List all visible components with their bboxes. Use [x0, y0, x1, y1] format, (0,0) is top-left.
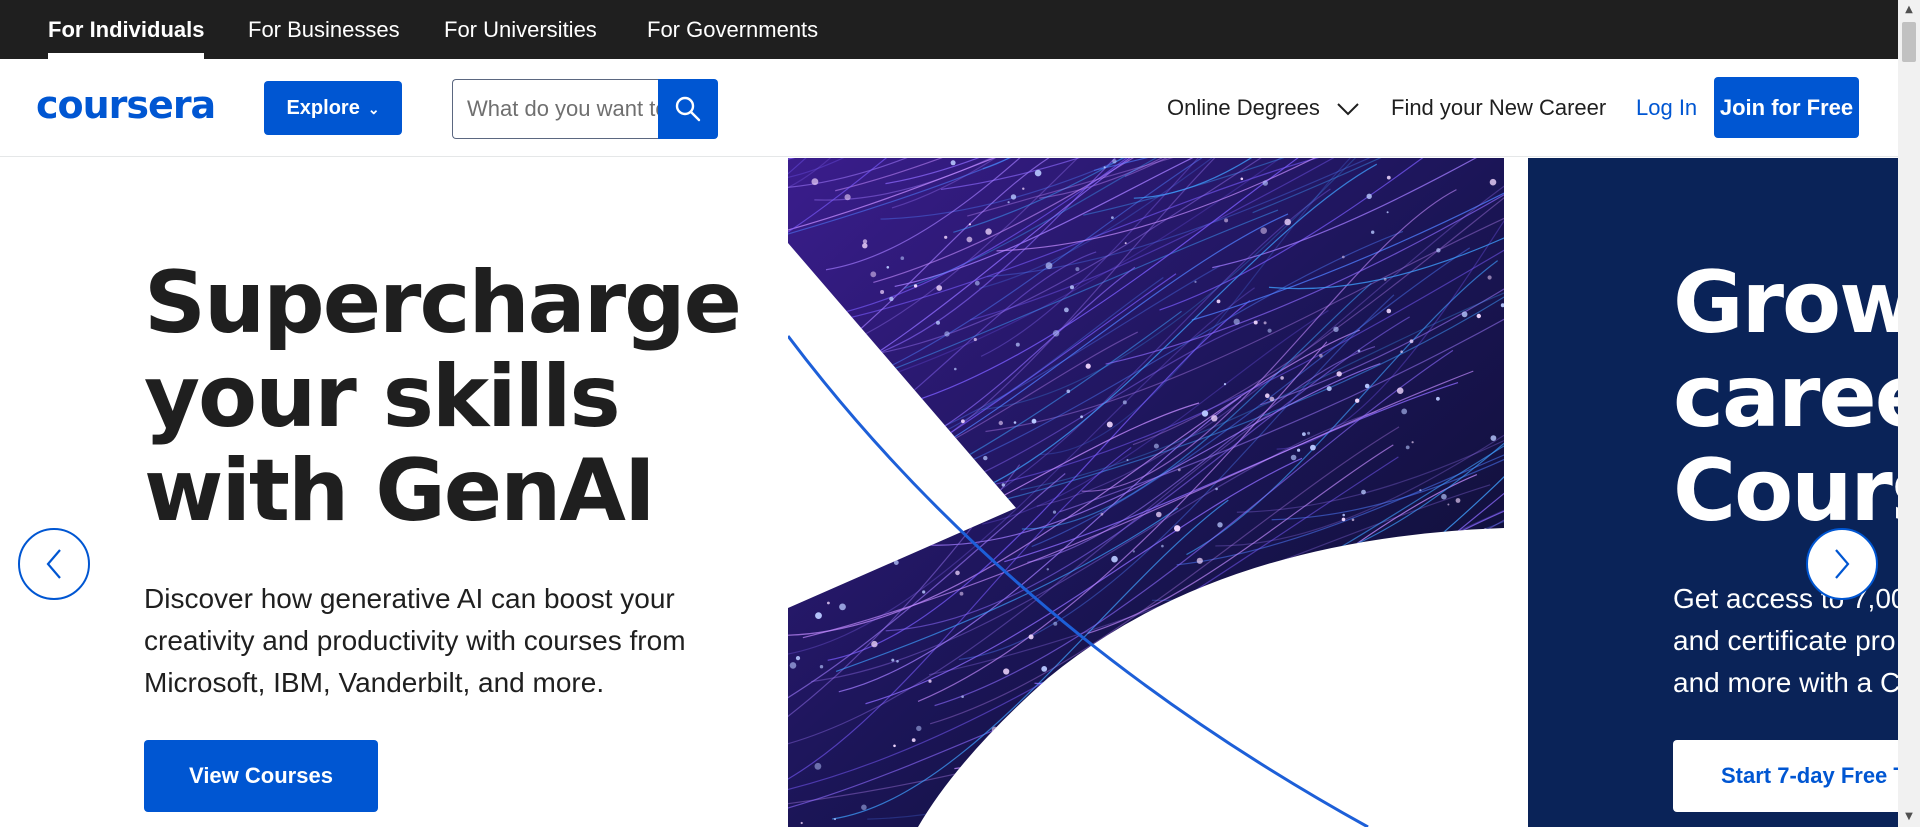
hero2-title-line: Grow [1673, 253, 1898, 353]
segment-universities[interactable]: For Universities [444, 0, 597, 59]
carousel-next-button[interactable] [1806, 528, 1878, 600]
hero2-desc-line: and more with a C [1673, 667, 1898, 698]
hero2-title: Grow caree Cours [1673, 256, 1898, 538]
hero2-title-line: caree [1673, 347, 1898, 447]
search-input[interactable] [453, 80, 658, 138]
segment-individuals[interactable]: For Individuals [48, 0, 205, 59]
coursera-logo[interactable]: coursera [36, 83, 216, 127]
segment-individuals-prefix: For [48, 17, 90, 42]
carousel-prev-button[interactable] [18, 528, 90, 600]
hero2-description: Get access to 7,00 and certificate pro a… [1673, 578, 1898, 704]
site-header: coursera Explore ⌄ Online Degrees Find yo… [0, 59, 1898, 157]
join-for-free-button[interactable]: Join for Free [1714, 77, 1859, 138]
chevron-left-icon [46, 549, 61, 579]
start-free-trial-button[interactable]: Start 7-day Free T [1673, 740, 1898, 812]
search-icon [675, 96, 701, 122]
segment-businesses[interactable]: For Businesses [248, 0, 400, 59]
view-courses-button[interactable]: View Courses [144, 740, 378, 812]
segment-governments[interactable]: For Governments [647, 0, 818, 59]
explore-label: Explore [286, 97, 360, 119]
explore-button[interactable]: Explore ⌄ [264, 81, 402, 135]
scroll-down-icon[interactable]: ▼ [1898, 807, 1920, 827]
hero-slide-genai: Supercharge your skills with GenAI Disco… [0, 158, 788, 827]
scroll-thumb[interactable] [1902, 22, 1916, 62]
hero-title: Supercharge your skills with GenAI [144, 253, 742, 541]
hero-abstract-art [788, 158, 1504, 827]
hero-description: Discover how generative AI can boost you… [144, 583, 686, 698]
login-link[interactable]: Log In [1636, 59, 1697, 157]
hero-slide-plus: Grow caree Cours Get access to 7,00 and … [1528, 158, 1898, 827]
scroll-up-icon[interactable]: ▲ [1898, 0, 1920, 20]
chevron-down-icon [1337, 103, 1359, 116]
audience-segment-bar: For Individuals For Businesses For Unive… [0, 0, 1898, 59]
segment-individuals-emph: Individuals [89, 17, 205, 42]
online-degrees-menu[interactable]: Online Degrees [1167, 59, 1360, 157]
chevron-down-icon: ⌄ [367, 101, 380, 117]
online-degrees-label: Online Degrees [1167, 95, 1320, 120]
hero-carousel: Supercharge your skills with GenAI Disco… [0, 158, 1898, 827]
hero2-desc-line: and certificate pro [1673, 625, 1896, 656]
page-scrollbar[interactable]: ▲ ▼ [1898, 0, 1920, 827]
search-button[interactable] [658, 79, 718, 139]
hero2-title-line: Cours [1673, 441, 1898, 541]
chevron-right-icon [1835, 549, 1850, 579]
search-field [452, 79, 658, 139]
find-career-link[interactable]: Find your New Career [1391, 59, 1606, 157]
